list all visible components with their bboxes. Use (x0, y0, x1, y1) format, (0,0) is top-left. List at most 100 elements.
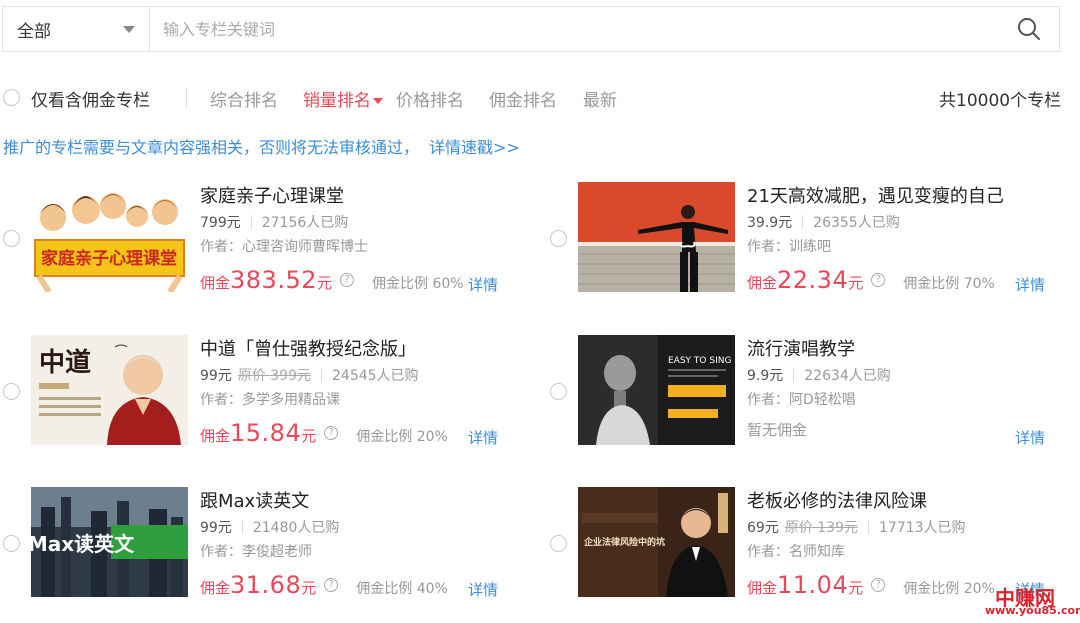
card-title[interactable]: 21天高效减肥，遇见变瘦的自己 (747, 182, 1004, 208)
original-price: 原价 399元 (237, 368, 311, 384)
no-commission: 暂无佣金 (747, 421, 808, 439)
divider (186, 88, 187, 108)
price-row: 9.9元 22634人已购 (747, 365, 891, 385)
column-card: 21天高效减肥，遇见变瘦的自己 39.9元 26355人已购 作者：训练吧 佣金 2… (547, 182, 1077, 312)
commission-amount: 31.68 (230, 571, 302, 599)
commission-unit: 元 (301, 427, 317, 445)
commission: 佣金 383.52 元? 佣金比例 60% (200, 266, 464, 294)
divider (868, 520, 869, 534)
notice-text: 推广的专栏需要与文章内容强相关，否则将无法审核通过， (3, 138, 420, 157)
price-row: 99元 原价 399元 24545人已购 (200, 365, 419, 385)
search-icon (1018, 18, 1040, 40)
author: 作者：名师知库 (747, 544, 845, 560)
only-commission-label: 仅看含佣金专栏 (31, 91, 150, 111)
only-commission-radio[interactable] (3, 89, 20, 106)
divider (793, 368, 795, 382)
detail-link[interactable]: 详情 (468, 427, 498, 448)
help-icon[interactable]: ? (324, 426, 339, 440)
column-card: EASY TO SING 流行演唱教学 9.9元 22634人已购 作者：阿D轻松… (547, 335, 1077, 465)
search-button[interactable] (1011, 13, 1047, 45)
card-title[interactable]: 家庭亲子心理课堂 (200, 182, 344, 208)
detail-link[interactable]: 详情 (1015, 427, 1045, 448)
total-count: 共10000个专栏 (939, 91, 1062, 111)
price: 799元 (200, 215, 241, 231)
notice: 推广的专栏需要与文章内容强相关，否则将无法审核通过， 详情速戳>> (3, 134, 520, 158)
chevron-down-icon (123, 26, 135, 33)
card-title[interactable]: 老板必修的法律风险课 (747, 487, 927, 513)
commission-unit: 元 (317, 274, 333, 292)
buyers: 26355人已购 (813, 215, 900, 231)
author: 作者：李俊超老师 (200, 544, 312, 560)
city-english-image: 跟Max读英文 (31, 487, 188, 597)
sort-newest[interactable]: 最新 (583, 86, 617, 111)
help-icon[interactable]: ? (340, 273, 355, 287)
sort-comprehensive[interactable]: 综合排名 (210, 86, 278, 111)
select-radio[interactable] (3, 383, 20, 400)
commission-ratio: 佣金比例 20% (356, 429, 448, 445)
thumbnail[interactable] (578, 182, 735, 292)
divider (250, 215, 252, 229)
price-row: 69元 原价 139元 17713人已购 (747, 517, 966, 537)
sort-price[interactable]: 价格排名 (396, 86, 464, 111)
sort-commission[interactable]: 佣金排名 (489, 86, 557, 111)
commission-amount: 11.04 (777, 571, 849, 599)
divider (802, 215, 804, 229)
thumbnail[interactable]: 家庭亲子心理课堂 (31, 182, 188, 292)
commission-label: 佣金 (747, 579, 778, 597)
filter-bar: 仅看含佣金专栏 综合排名 销量排名 价格排名 佣金排名 最新 共10000个专栏 (0, 80, 1080, 114)
scope-select[interactable]: 全部 (3, 7, 150, 51)
help-icon[interactable]: ? (871, 273, 886, 287)
commission-label: 佣金 (200, 274, 231, 292)
sort-sales[interactable]: 销量排名 (303, 86, 383, 111)
author: 作者：训练吧 (747, 239, 831, 255)
price-row: 99元 21480人已购 (200, 517, 339, 537)
thumbnail[interactable]: 企业法律风险中的坑 (578, 487, 735, 597)
buyers: 17713人已购 (879, 520, 966, 536)
select-radio[interactable] (3, 535, 20, 552)
law-course-image: 企业法律风险中的坑 (578, 487, 735, 597)
commission-ratio: 佣金比例 40% (356, 581, 448, 597)
price-row: 39.9元 26355人已购 (747, 212, 900, 232)
select-radio[interactable] (550, 230, 567, 247)
column-card: 跟Max读英文 跟Max读英文 99元 21480人已购 作者：李俊超老师 佣金3… (0, 487, 530, 617)
commission-ratio: 佣金比例 20% (903, 581, 995, 597)
price: 9.9元 (747, 368, 784, 384)
card-title[interactable]: 中道「曾仕强教授纪念版」 (200, 335, 416, 361)
author: 作者：阿D轻松唱 (747, 392, 856, 408)
notice-link[interactable]: 详情速戳>> (429, 138, 520, 157)
thumbnail[interactable]: EASY TO SING (578, 335, 735, 445)
zhongdao-image: 中道 (31, 335, 188, 445)
detail-link[interactable]: 详情 (468, 579, 498, 600)
card-title[interactable]: 流行演唱教学 (747, 335, 855, 361)
search-bar: 全部 (2, 6, 1060, 52)
commission-amount: 15.84 (230, 419, 302, 447)
commission: 佣金 31.68 元? 佣金比例 40% (200, 571, 448, 599)
commission-amount: 383.52 (230, 266, 317, 294)
divider (241, 520, 243, 534)
commission-label: 佣金 (200, 427, 231, 445)
commission-unit: 元 (848, 579, 864, 597)
commission: 佣金 11.04 元? 佣金比例 20% (747, 571, 995, 599)
commission-ratio: 佣金比例 70% (903, 276, 995, 292)
price: 99元 (200, 368, 232, 384)
detail-link[interactable]: 详情 (1015, 274, 1045, 295)
buyers: 27156人已购 (261, 215, 349, 231)
select-radio[interactable] (550, 383, 567, 400)
help-icon[interactable]: ? (324, 578, 339, 592)
divider (321, 368, 322, 382)
thumbnail[interactable]: 中道 (31, 335, 188, 445)
scope-select-label: 全部 (17, 21, 51, 42)
price: 69元 (747, 520, 779, 536)
column-card: 中道 中道「曾仕强教授纪念版」 99元 原价 399元 24545人已购 作者：多学… (0, 335, 530, 465)
thumbnail[interactable]: 跟Max读英文 (31, 487, 188, 597)
select-radio[interactable] (550, 535, 567, 552)
singing-image: EASY TO SING (578, 335, 735, 445)
select-radio[interactable] (3, 230, 20, 247)
commission-unit: 元 (848, 274, 864, 292)
card-title[interactable]: 跟Max读英文 (200, 487, 309, 513)
commission: 佣金 15.84 元? 佣金比例 20% (200, 419, 448, 447)
help-icon[interactable]: ? (871, 578, 886, 592)
search-input[interactable] (151, 7, 1001, 51)
detail-link[interactable]: 详情 (468, 274, 498, 295)
buyers: 24545人已购 (332, 368, 419, 384)
